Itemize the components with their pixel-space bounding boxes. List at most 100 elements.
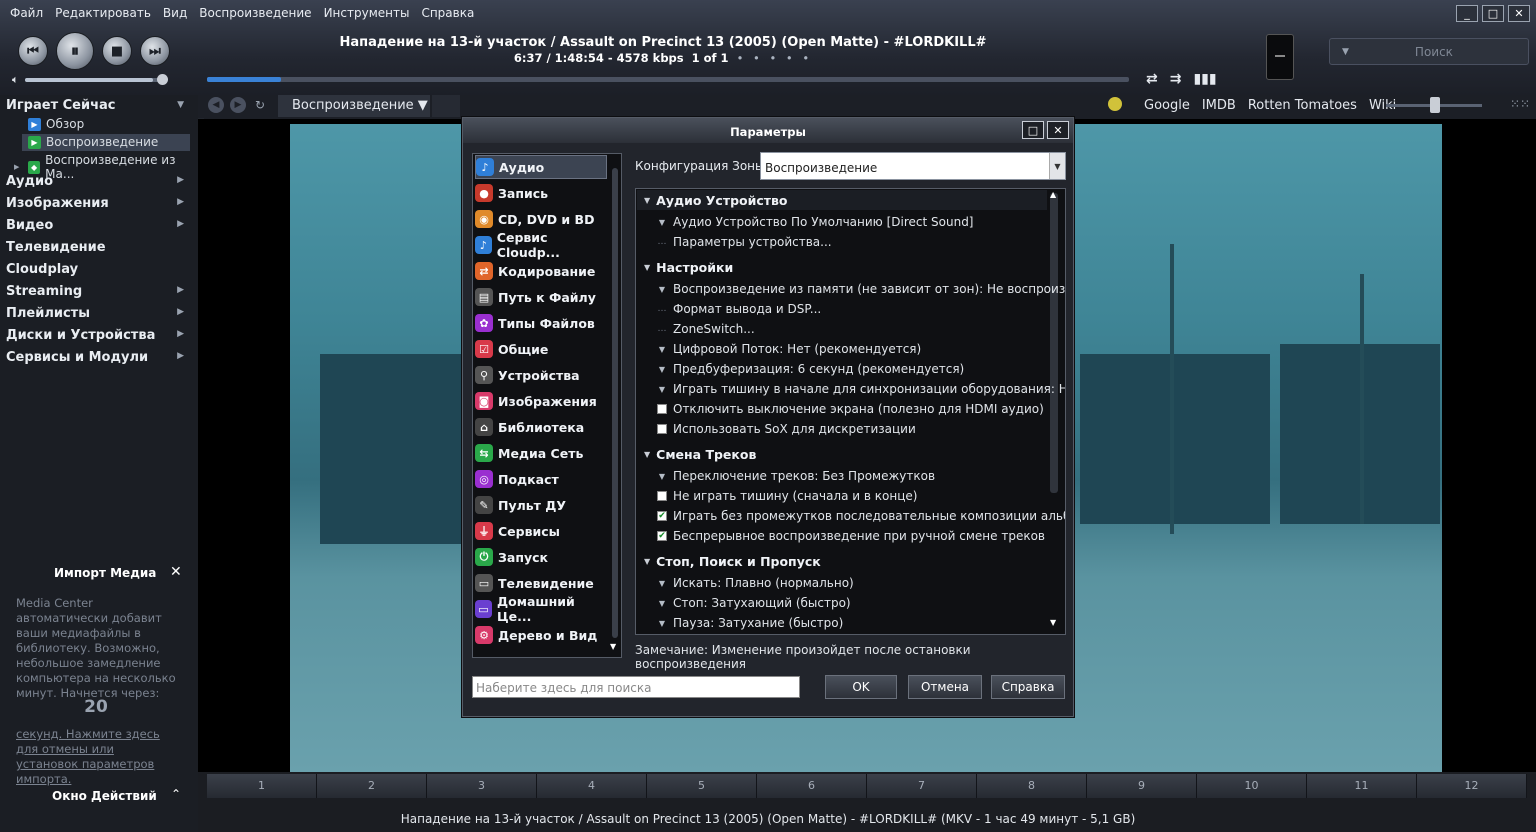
category-item[interactable]: ♪ Аудио — [475, 155, 607, 179]
link-rotten-tomatoes[interactable]: Rotten Tomatoes — [1248, 98, 1357, 113]
category-item[interactable]: ⚙ Дерево и Вид — [475, 623, 607, 647]
category-item[interactable]: ● Запись — [475, 181, 607, 205]
volume-knob[interactable] — [156, 74, 168, 85]
equalizer-icon[interactable]: ▮▮▮ — [1193, 71, 1216, 87]
scroll-down-icon[interactable]: ▼ — [1050, 618, 1056, 627]
chapter-marker[interactable]: 11 — [1307, 774, 1417, 798]
sidebar-header-now-playing[interactable]: Играет Сейчас — [6, 98, 116, 113]
zone-config-select[interactable]: Воспроизведение ▼ — [760, 152, 1066, 180]
chapter-marker[interactable]: 10 — [1197, 774, 1307, 798]
settings-section-header[interactable]: ▼ Настройки — [644, 260, 733, 275]
zoom-knob[interactable] — [1430, 97, 1440, 113]
chevron-up-icon[interactable]: ⌃ — [171, 787, 181, 801]
shuffle-icon[interactable]: ⇉ — [1170, 71, 1182, 87]
menu-item[interactable]: Справка — [415, 6, 480, 22]
scroll-up-icon[interactable]: ▲ — [1050, 190, 1056, 199]
settings-option[interactable]: Использовать SoX для дискретизации — [657, 422, 916, 436]
checkbox-unchecked[interactable] — [657, 491, 667, 501]
settings-option[interactable]: ▼ Аудио Устройство По Умолчанию [Direct S… — [657, 215, 974, 229]
menu-item[interactable]: Вид — [157, 6, 193, 22]
menu-item[interactable]: Редактировать — [49, 6, 157, 22]
maximize-button[interactable]: □ — [1482, 5, 1504, 22]
menu-item[interactable]: Файл — [4, 6, 49, 22]
category-item[interactable]: ⏻ Запуск — [475, 545, 607, 569]
dropdown-icon[interactable]: ▼ — [657, 218, 667, 227]
repeat-icon[interactable]: ⇄ — [1146, 71, 1158, 87]
speaker-icon[interactable]: 🔈︎ — [12, 73, 19, 87]
pause-button[interactable]: ⏸ — [56, 32, 94, 70]
action-window-title[interactable]: Окно Действий — [52, 789, 157, 803]
device-icon[interactable] — [1266, 34, 1294, 80]
dropdown-icon[interactable]: ▼ — [657, 599, 667, 608]
category-item[interactable]: ✿ Типы Файлов — [475, 311, 607, 335]
close-button[interactable]: ✕ — [1508, 5, 1530, 22]
options-search-input[interactable]: Наберите здесь для поиска — [472, 676, 800, 698]
dialog-maximize-button[interactable]: □ — [1022, 121, 1044, 139]
seek-bar[interactable] — [207, 77, 1129, 82]
collapse-icon[interactable]: ▼ — [644, 450, 650, 459]
previous-button[interactable]: ⏮ — [18, 36, 48, 66]
volume-control[interactable]: 🔈︎ — [12, 73, 168, 87]
category-item[interactable]: ✎ Пульт ДУ — [475, 493, 607, 517]
expand-icon[interactable]: ▶ — [14, 163, 19, 171]
chapter-marker[interactable]: 9 — [1087, 774, 1197, 798]
chevron-right-icon[interactable]: ▶ — [177, 329, 184, 339]
chevron-right-icon[interactable]: ▶ — [177, 351, 184, 361]
chapter-marker[interactable]: 6 — [757, 774, 867, 798]
settings-section-header[interactable]: ▼ Аудио Устройство — [644, 193, 788, 208]
collapse-icon[interactable]: ▼ — [644, 557, 650, 566]
view-tab-extra[interactable] — [432, 95, 460, 117]
category-item[interactable]: ⌂ Библиотека — [475, 415, 607, 439]
dropdown-icon[interactable]: ▼ — [657, 345, 667, 354]
menu-item[interactable]: Воспроизведение — [193, 6, 317, 22]
collapse-icon[interactable]: ▼ — [644, 263, 650, 272]
checkbox-unchecked[interactable] — [657, 404, 667, 414]
chevron-right-icon[interactable]: ▶ — [177, 285, 184, 295]
settings-section-header[interactable]: ▼ Стоп, Поиск и Пропуск — [644, 554, 821, 569]
dropdown-icon[interactable]: ▼ — [657, 365, 667, 374]
sidebar-item-playback[interactable]: ▶ Воспроизведение — [28, 135, 158, 149]
search-dropdown-icon[interactable]: ▼ — [1342, 47, 1349, 57]
stop-button[interactable]: ■ — [102, 36, 132, 66]
view-tab-playback[interactable]: Воспроизведение ▼ — [278, 95, 430, 117]
sidebar-item-playlists[interactable]: Плейлисты — [6, 306, 90, 321]
dropdown-icon[interactable]: ▼ — [657, 619, 667, 628]
settings-option[interactable]: ▼ Искать: Плавно (нормально) — [657, 576, 854, 590]
settings-option[interactable]: ✔ Играть без промежутков последовательные… — [657, 509, 1065, 523]
back-icon[interactable]: ◀ — [208, 97, 224, 113]
minimize-button[interactable]: _ — [1456, 5, 1478, 22]
settings-scrollbar[interactable] — [1050, 193, 1058, 493]
settings-option[interactable]: ▼ Пауза: Затухание (быстро) — [657, 616, 843, 630]
settings-option[interactable]: Отключить выключение экрана (полезно для… — [657, 402, 1044, 416]
sidebar-item-playback-from[interactable]: ▶ ◆ Воспроизведение из Ma... — [14, 153, 198, 181]
help-button[interactable]: Справка — [991, 675, 1065, 699]
settings-option[interactable]: … ZoneSwitch... — [657, 322, 755, 336]
settings-option[interactable]: ▼ Переключение треков: Без Промежутков — [657, 469, 935, 483]
checkbox-unchecked[interactable] — [657, 424, 667, 434]
category-item[interactable]: ⇄ Кодирование — [475, 259, 607, 283]
dropdown-icon[interactable]: ▼ — [657, 579, 667, 588]
link-google[interactable]: Google — [1144, 98, 1190, 113]
settings-option[interactable]: ▼ Предбуферизация: 6 секунд (рекомендуетс… — [657, 362, 964, 376]
settings-option[interactable]: … Формат вывода и DSP... — [657, 302, 822, 316]
sidebar-item-cloudplay[interactable]: Cloudplay — [6, 262, 78, 277]
category-item[interactable]: ⇆ Медиа Сеть — [475, 441, 607, 465]
category-item[interactable]: ♪ Сервис Cloudp... — [475, 230, 607, 260]
category-item[interactable]: ⚲ Устройства — [475, 363, 607, 387]
chapter-marker[interactable]: 12 — [1417, 774, 1527, 798]
ok-button[interactable]: OK — [825, 675, 897, 699]
category-item[interactable]: ▭ Домашний Це... — [475, 594, 607, 624]
settings-option[interactable]: ✔ Беспрерывное воспроизведение при ручной… — [657, 529, 1045, 543]
refresh-icon[interactable]: ↻ — [252, 97, 268, 113]
chevron-right-icon[interactable]: ▶ — [177, 175, 184, 185]
chevron-down-icon[interactable]: ▼ — [1049, 153, 1065, 179]
dropdown-icon[interactable]: ▼ — [657, 385, 667, 394]
next-button[interactable]: ⏭ — [140, 36, 170, 66]
cancel-button[interactable]: Отмена — [908, 675, 982, 699]
chapter-marker[interactable]: 7 — [867, 774, 977, 798]
import-settings-link[interactable]: секунд. Нажмите здесь для отмены или уст… — [16, 727, 176, 787]
collapse-icon[interactable]: ▼ — [644, 196, 650, 205]
chapter-marker[interactable]: 1 — [207, 774, 317, 798]
link-imdb[interactable]: IMDB — [1202, 98, 1236, 113]
menu-item[interactable]: Инструменты — [318, 6, 416, 22]
